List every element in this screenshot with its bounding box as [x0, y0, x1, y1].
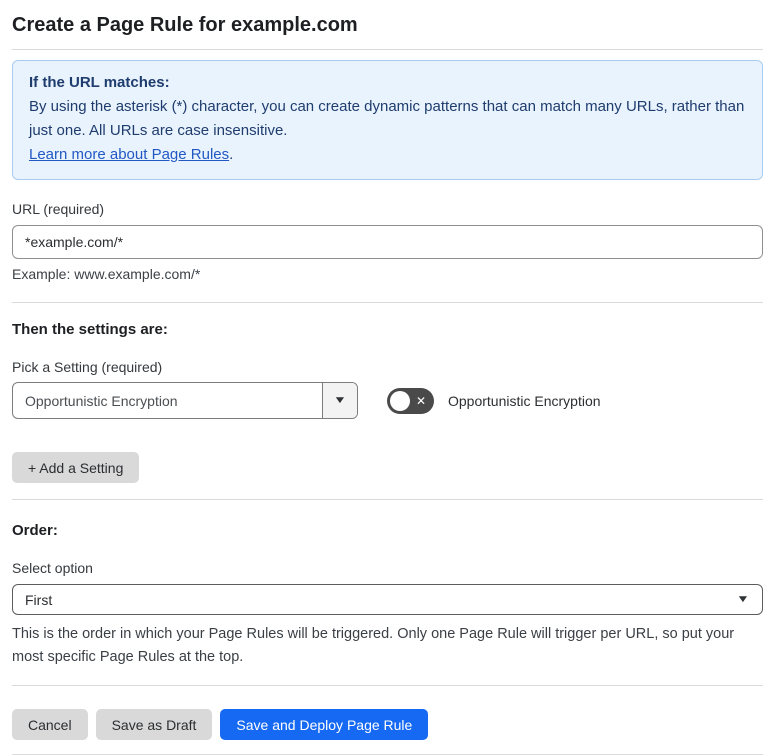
- learn-more-link[interactable]: Learn more about Page Rules: [29, 146, 229, 163]
- opportunistic-encryption-toggle-group: ✕ Opportunistic Encryption: [387, 387, 601, 414]
- cancel-button[interactable]: Cancel: [12, 709, 88, 740]
- chevron-down-icon: ▼: [333, 394, 347, 406]
- pick-setting-label: Pick a Setting (required): [12, 359, 163, 375]
- add-setting-button[interactable]: + Add a Setting: [12, 452, 140, 483]
- order-helper-text: This is the order in which your Page Rul…: [12, 626, 735, 665]
- toggle-label: Opportunistic Encryption: [448, 392, 601, 409]
- order-select[interactable]: First ▼: [12, 584, 763, 615]
- title-divider: [12, 49, 763, 50]
- opportunistic-encryption-toggle[interactable]: ✕: [387, 387, 434, 414]
- url-matches-info-box: If the URL matches: By using the asteris…: [12, 60, 763, 180]
- select-option-label: Select option: [12, 560, 93, 576]
- url-section-divider: [12, 302, 763, 303]
- url-field-label: URL (required): [12, 201, 105, 217]
- url-example-helper: Example: www.example.com/*: [12, 266, 201, 282]
- footer-divider: [12, 685, 763, 686]
- info-box-heading: If the URL matches:: [29, 74, 170, 91]
- url-input[interactable]: [12, 225, 763, 259]
- toggle-off-x-icon: ✕: [415, 393, 426, 408]
- create-page-rule-form: Create a Page Rule for example.com If th…: [0, 0, 775, 755]
- toggle-knob: [390, 390, 410, 411]
- footer-actions: Cancel Save as Draft Save and Deploy Pag…: [12, 709, 763, 740]
- page-title: Create a Page Rule for example.com: [12, 14, 358, 36]
- chevron-down-icon: ▼: [736, 593, 750, 605]
- save-as-draft-button[interactable]: Save as Draft: [95, 709, 213, 740]
- setting-select[interactable]: Opportunistic Encryption ▼: [12, 382, 358, 419]
- setting-select-value: Opportunistic Encryption: [25, 392, 178, 409]
- link-suffix: .: [229, 146, 234, 163]
- order-section-heading: Order:: [12, 522, 58, 539]
- info-box-body: By using the asterisk (*) character, you…: [29, 98, 745, 139]
- order-select-value: First: [25, 591, 53, 608]
- info-box-link-line: Learn more about Page Rules.: [29, 143, 746, 167]
- settings-section-divider: [12, 499, 763, 500]
- settings-section-heading: Then the settings are:: [12, 321, 168, 338]
- setting-row: Opportunistic Encryption ▼ ✕ Opportunist…: [12, 382, 763, 419]
- setting-select-caret-button[interactable]: ▼: [322, 383, 357, 418]
- save-and-deploy-button[interactable]: Save and Deploy Page Rule: [220, 709, 429, 740]
